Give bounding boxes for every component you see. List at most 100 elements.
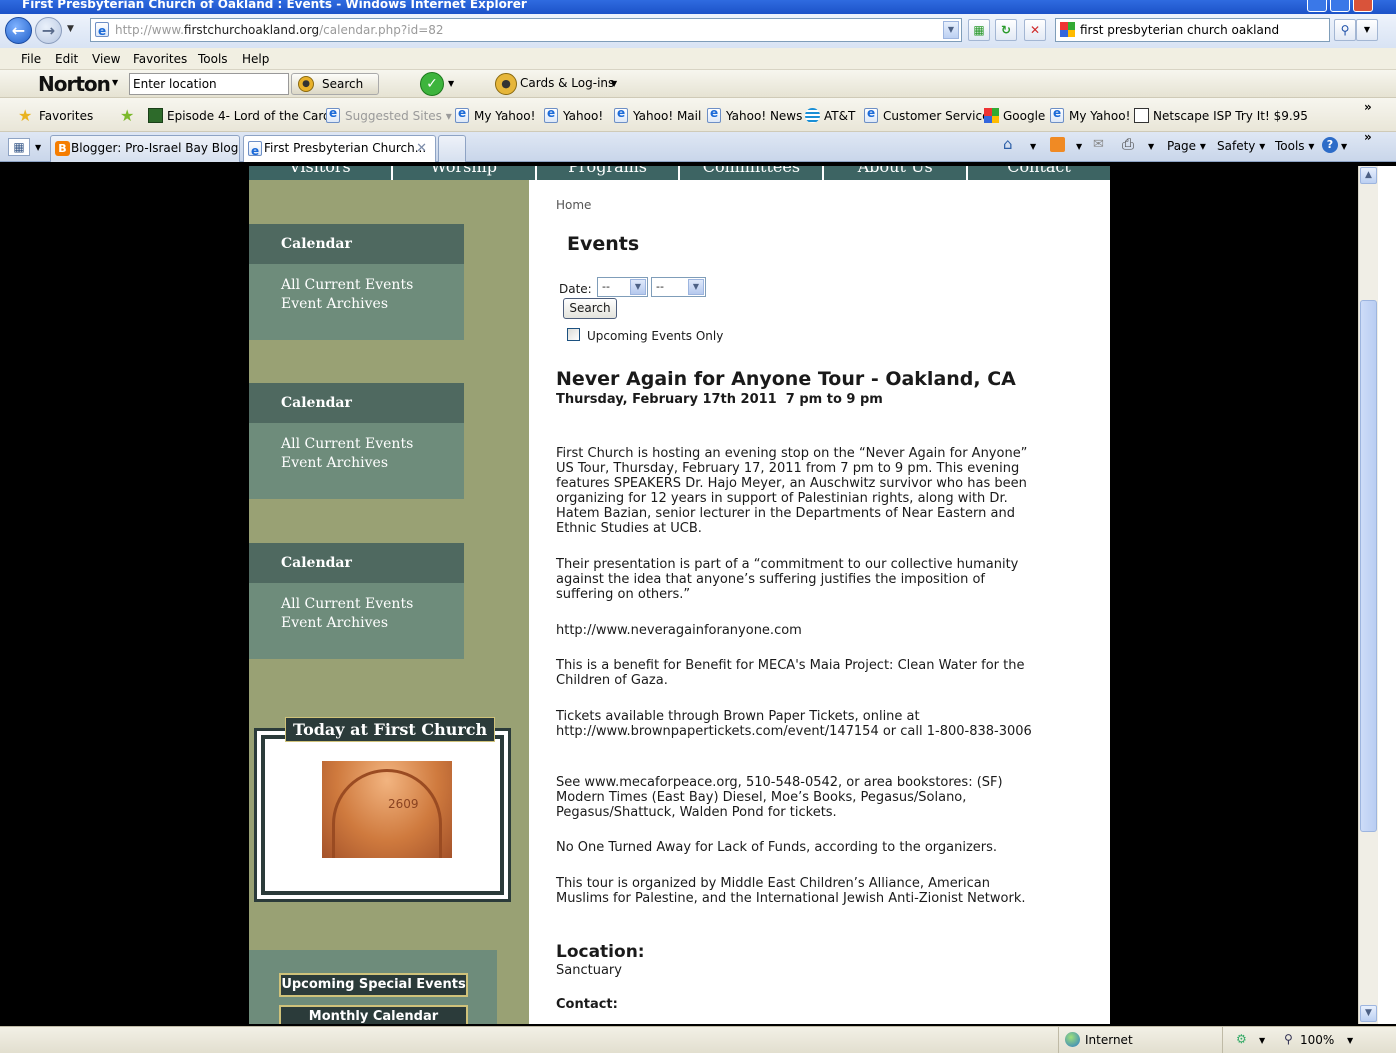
search-go-icon[interactable]: ⚲ [1334,19,1356,41]
page-title: Events [567,233,640,255]
ie-page-icon [326,106,340,123]
favorites-button[interactable]: Favorites [39,109,93,123]
scroll-down-icon[interactable]: ▼ [1360,1005,1377,1022]
menu-help[interactable]: Help [242,52,269,66]
address-toolbar: ← → ▼ http://www.firstchurchoakland.org/… [0,14,1396,48]
stop-icon[interactable]: ✕ [1024,19,1046,41]
home-icon[interactable]: ⌂ [1003,135,1013,153]
fav-google[interactable]: Google [984,108,1045,123]
fav-yahoo-mail[interactable]: Yahoo! Mail [614,106,701,123]
page-menu[interactable]: Page ▾ [1167,139,1206,153]
blogger-icon: B [55,141,70,156]
fav-my-yahoo-2[interactable]: My Yahoo! [1050,106,1130,123]
menu-favorites[interactable]: Favorites [133,52,187,66]
fav-customer-service[interactable]: Customer Service [864,106,989,123]
search-input[interactable]: first presbyterian church oakland [1055,18,1330,42]
nav-committees[interactable]: Committees [680,166,825,180]
tab-blogger[interactable]: B Blogger: Pro-Israel Bay Blogg... [50,135,240,162]
menu-view[interactable]: View [92,52,120,66]
photo-number: 2609 [388,797,419,811]
safe-web-check-icon[interactable]: ✓ [420,72,444,96]
upcoming-only-checkbox[interactable] [567,328,580,341]
safety-menu[interactable]: Safety ▾ [1217,139,1265,153]
all-current-events-link[interactable]: All Current Events [249,435,464,454]
upcoming-special-events-button[interactable]: Upcoming Special Events [279,973,468,997]
year-select[interactable]: -- ▼ [651,277,706,297]
back-button[interactable]: ← [5,17,32,44]
upcoming-only-label: Upcoming Events Only [587,329,724,343]
norton-dropdown-icon[interactable]: ▼ [112,78,118,87]
nav-programs[interactable]: Programs [537,166,681,180]
tab-first-presbyterian[interactable]: First Presbyterian Church... ✕ [243,135,436,162]
refresh-icon[interactable]: ↻ [995,19,1017,41]
add-favorite-icon[interactable]: ★ [120,106,134,125]
url-prefix: http://www. [115,23,184,37]
new-tab-button[interactable] [438,135,466,162]
close-window-icon[interactable] [1353,0,1373,12]
cards-dropdown-icon[interactable]: ▼ [611,79,617,88]
forward-button[interactable]: → [35,17,62,44]
help-icon[interactable]: ? [1322,137,1338,153]
contact-heading: Contact: [556,997,618,1012]
minimize-icon[interactable] [1307,0,1327,12]
more-commands-icon[interactable]: » [1364,130,1372,144]
norton-logo[interactable]: Norton [38,72,111,96]
feeds-icon[interactable] [1050,137,1065,152]
fav-att[interactable]: AT&T [805,108,855,123]
address-dropdown-icon[interactable]: ▼ [943,21,959,39]
scroll-up-icon[interactable]: ▲ [1360,167,1377,184]
fav-yahoo-news[interactable]: Yahoo! News [707,106,802,123]
more-favorites-icon[interactable]: » [1364,100,1372,114]
safe-web-dropdown-icon[interactable]: ▼ [448,79,454,88]
events-search-button[interactable]: Search [563,298,617,319]
address-input[interactable]: http://www.firstchurchoakland.org/calend… [90,18,962,42]
all-current-events-link[interactable]: All Current Events [249,595,464,614]
print-dropdown-icon[interactable]: ▼ [1148,142,1154,151]
nav-worship[interactable]: Worship [393,166,537,180]
fav-my-yahoo[interactable]: My Yahoo! [455,106,535,123]
breadcrumb[interactable]: Home [556,198,591,212]
feeds-dropdown-icon[interactable]: ▼ [1076,142,1082,151]
month-select[interactable]: -- ▼ [597,277,648,297]
norton-search-button[interactable]: ● Search [291,73,379,95]
nav-about-us[interactable]: About Us [824,166,969,180]
all-current-events-link[interactable]: All Current Events [249,276,464,295]
search-options-icon[interactable]: ▼ [1356,19,1378,41]
event-archives-link[interactable]: Event Archives [249,454,464,473]
tab-list-dropdown-icon[interactable]: ▼ [35,143,41,152]
close-tab-icon[interactable]: ✕ [416,136,427,161]
scrollbar-thumb[interactable] [1360,300,1377,832]
fav-yahoo[interactable]: Yahoo! [544,106,603,123]
tools-menu[interactable]: Tools ▾ [1275,139,1314,153]
fav-netscape[interactable]: Netscape ISP Try It! $9.95 [1134,108,1308,123]
menu-file[interactable]: File [21,52,41,66]
fav-suggested-sites[interactable]: Suggested Sites ▾ [326,106,452,123]
home-dropdown-icon[interactable]: ▼ [1030,142,1036,151]
event-archives-link[interactable]: Event Archives [249,295,464,314]
search-query: first presbyterian church oakland [1080,23,1280,37]
menu-tools[interactable]: Tools [198,52,228,66]
quick-tabs-icon[interactable]: ▦ [8,138,30,156]
location-input[interactable]: Enter location [129,73,289,95]
fav-episode-4[interactable]: Episode 4- Lord of the Cards [148,108,337,123]
vertical-scrollbar[interactable]: ▲ ▼ [1358,166,1378,1024]
cards-logins-label[interactable]: Cards & Log-ins [520,76,614,90]
menu-edit[interactable]: Edit [55,52,78,66]
maximize-icon[interactable] [1330,0,1350,12]
zoom-icon[interactable]: ⚲ [1284,1032,1293,1046]
help-dropdown-icon[interactable]: ▼ [1341,142,1347,151]
protected-mode-icon[interactable]: ⚙ [1236,1032,1247,1046]
recent-pages-dropdown-icon[interactable]: ▼ [67,24,74,34]
zoom-level[interactable]: 100% [1300,1033,1334,1047]
zoom-dropdown-icon[interactable]: ▼ [1347,1036,1353,1045]
protected-mode-dropdown-icon[interactable]: ▼ [1259,1036,1265,1045]
site-top-nav: Visitors Worship Programs Committees Abo… [249,166,1110,180]
event-archives-link[interactable]: Event Archives [249,614,464,633]
nav-visitors[interactable]: Visitors [249,166,393,180]
nav-contact[interactable]: Contact [968,166,1110,180]
monthly-calendar-button[interactable]: Monthly Calendar [279,1005,468,1024]
read-mail-icon[interactable]: ✉ [1093,137,1104,152]
today-photo[interactable]: 2609 [322,761,452,858]
print-icon[interactable]: ⎙ [1122,135,1134,153]
compatibility-view-icon[interactable]: ▦ [968,19,990,41]
